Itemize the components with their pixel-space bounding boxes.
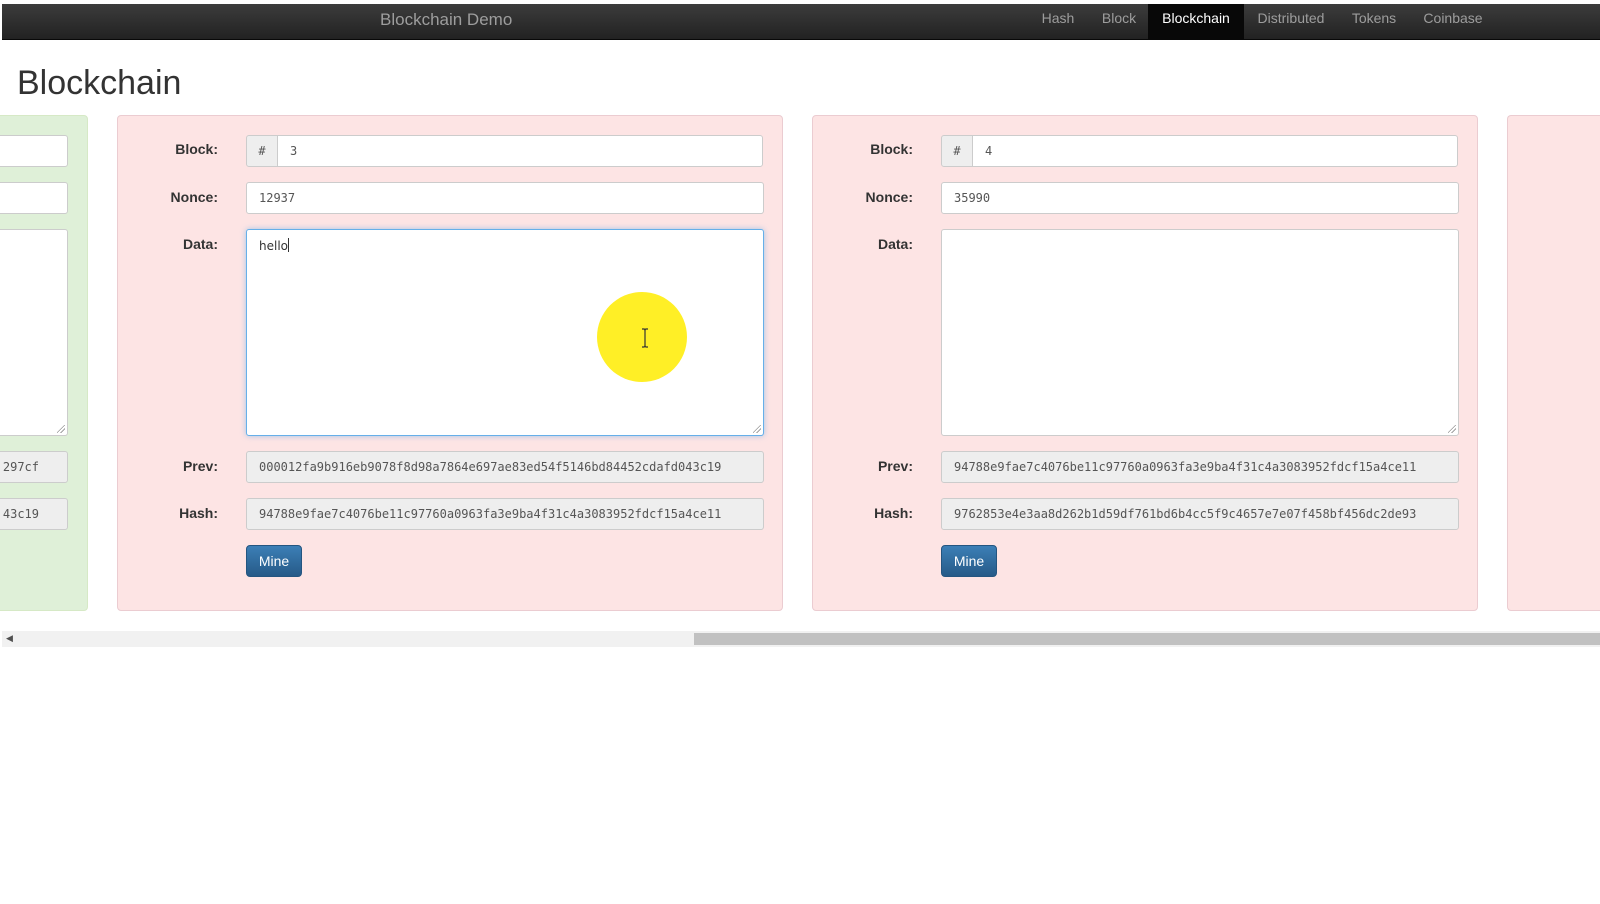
block-card-3: Block: # 3 Nonce: 12937 Data: hello Prev…: [117, 115, 783, 611]
hash-prefix-addon: #: [246, 135, 278, 167]
scrollbar-thumb[interactable]: [694, 633, 1600, 645]
block-number-input[interactable]: 4: [972, 135, 1458, 167]
mine-button[interactable]: Mine: [246, 545, 302, 577]
ibeam-cursor-icon: [642, 328, 648, 348]
nav-hash[interactable]: Hash: [1032, 4, 1084, 40]
top-navbar: Blockchain Demo Hash Block Blockchain Di…: [2, 4, 1600, 40]
hash-field: 9762853e4e3aa8d262b1d59df761bd6b4cc5f9c4…: [941, 498, 1459, 530]
nav-distributed[interactable]: Distributed: [1248, 4, 1334, 40]
data-label: Data:: [182, 236, 218, 252]
hash-label: Hash:: [874, 505, 913, 521]
scroll-left-arrow-icon[interactable]: ◀: [6, 633, 13, 644]
block-number-input[interactable]: 3: [277, 135, 763, 167]
mine-button[interactable]: Mine: [941, 545, 997, 577]
block-card-4: Block: # 4 Nonce: 35990 Data: Prev: 9478…: [812, 115, 1478, 611]
page-title: Blockchain: [17, 64, 182, 102]
data-textarea-partial[interactable]: [0, 229, 68, 436]
block-card-2: 297cf 43c19: [0, 115, 88, 611]
hash-field-partial: 43c19: [0, 498, 68, 530]
resize-grip-icon[interactable]: [1448, 425, 1456, 433]
hash-prefix-addon: #: [941, 135, 973, 167]
nonce-input[interactable]: 35990: [941, 182, 1459, 214]
data-textarea[interactable]: [941, 229, 1459, 436]
nav-block[interactable]: Block: [1094, 4, 1144, 40]
prev-label: Prev:: [182, 458, 218, 474]
nav-tokens[interactable]: Tokens: [1342, 4, 1406, 40]
prev-hash-field-partial: 297cf: [0, 451, 68, 483]
nonce-label: Nonce:: [865, 189, 913, 205]
block-label: Block:: [870, 141, 913, 157]
text-caret: [288, 238, 289, 252]
hash-label: Hash:: [179, 505, 218, 521]
prev-hash-field: 94788e9fae7c4076be11c97760a0963fa3e9ba4f…: [941, 451, 1459, 483]
prev-hash-field: 000012fa9b916eb9078f8d98a7864e697ae83ed5…: [246, 451, 764, 483]
block-label: Block:: [175, 141, 218, 157]
nonce-label: Nonce:: [170, 189, 218, 205]
prev-label: Prev:: [877, 458, 913, 474]
navbar-brand[interactable]: Blockchain Demo: [380, 10, 512, 30]
nonce-input-partial[interactable]: [0, 182, 68, 214]
horizontal-scrollbar[interactable]: ◀: [2, 631, 1600, 647]
data-text: hello: [259, 239, 288, 253]
resize-grip-icon[interactable]: [753, 425, 761, 433]
data-label: Data:: [877, 236, 913, 252]
block-card-5: [1507, 115, 1600, 611]
nav-blockchain[interactable]: Blockchain: [1148, 4, 1244, 40]
nav-coinbase[interactable]: Coinbase: [1414, 4, 1492, 40]
hash-field: 94788e9fae7c4076be11c97760a0963fa3e9ba4f…: [246, 498, 764, 530]
block-number-input-partial[interactable]: [0, 135, 68, 167]
nonce-input[interactable]: 12937: [246, 182, 764, 214]
resize-grip-icon[interactable]: [57, 425, 65, 433]
